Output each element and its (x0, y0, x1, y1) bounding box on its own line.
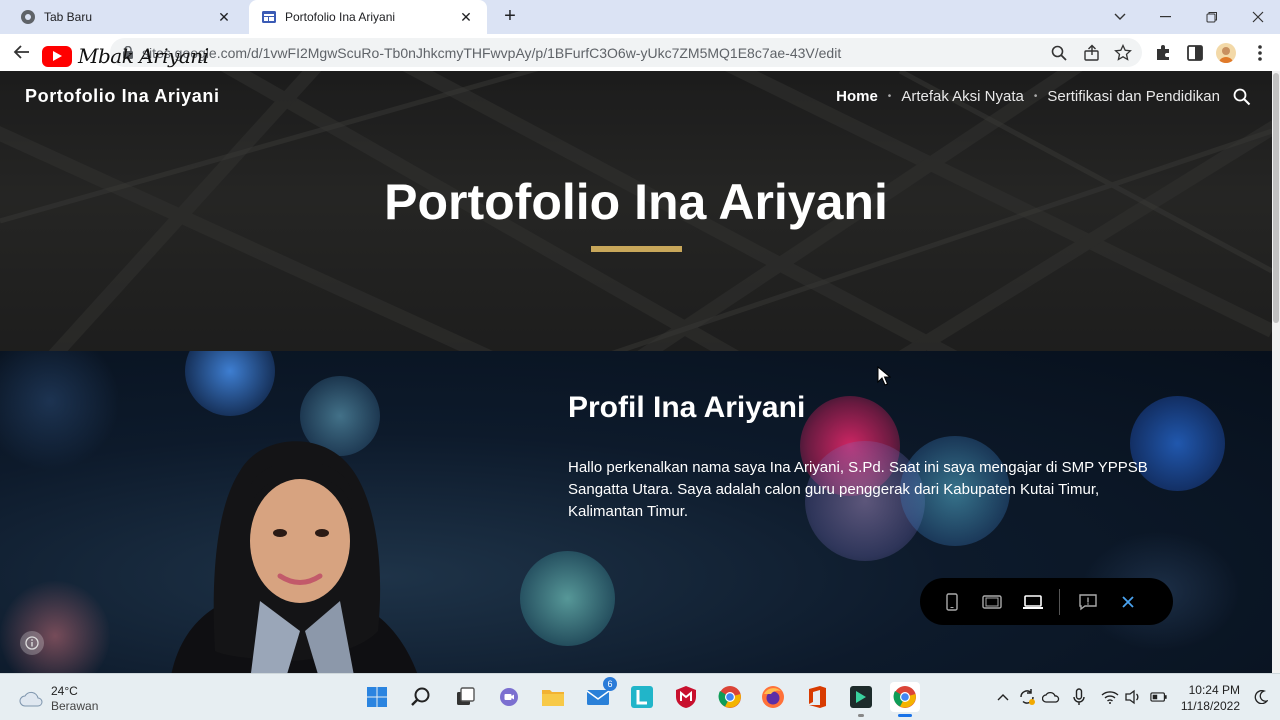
back-arrow-icon (13, 45, 29, 59)
file-explorer-button[interactable] (538, 682, 568, 712)
laptop-preview-button[interactable] (1019, 587, 1046, 617)
title-underline (591, 246, 682, 252)
mouse-cursor-icon (877, 366, 891, 386)
mail-button[interactable]: 6 (583, 677, 617, 712)
side-panel-icon[interactable] (1185, 43, 1205, 63)
tab-portfolio[interactable]: Portofolio Ina Ariyani ✕ (249, 0, 487, 34)
close-preview-button[interactable] (1115, 587, 1142, 617)
teams-chat-button[interactable] (494, 682, 524, 712)
close-tab-icon[interactable]: ✕ (215, 8, 233, 26)
new-tab-button[interactable]: + (498, 5, 522, 29)
site-nav: Home • Artefak Aksi Nyata • Sertifikasi … (836, 88, 1220, 105)
clock-date: 11/18/2022 (1180, 699, 1240, 713)
laptop-icon (1022, 594, 1043, 609)
close-tab-icon[interactable]: ✕ (457, 8, 475, 26)
chat-icon (500, 688, 518, 706)
mcafee-button[interactable] (671, 682, 701, 712)
tablet-icon (982, 594, 1002, 609)
l-app-button[interactable] (627, 682, 657, 712)
tab-search-icon[interactable] (1097, 0, 1143, 34)
clock-time: 10:24 PM (1188, 683, 1240, 697)
chrome-icon (718, 686, 741, 708)
show-hidden-icons-chevron-icon[interactable] (994, 688, 1012, 706)
avatar[interactable] (1216, 43, 1236, 63)
profile-photo (171, 441, 418, 673)
page-scrollbar[interactable] (1272, 71, 1280, 673)
channel-name: Mbak Ariyani (78, 44, 209, 68)
info-icon (25, 636, 39, 650)
weather-temperature: 24°C (51, 684, 78, 698)
address-bar[interactable]: sites.google.com/d/1vwFI2MgwScuRo-Tb0nJh… (110, 38, 1142, 67)
site-header-banner: Portofolio Ina Ariyani Home • Artefak Ak… (0, 71, 1272, 351)
microphone-icon[interactable] (1070, 688, 1088, 706)
mcafee-shield-icon (676, 686, 696, 708)
search-icon[interactable] (1232, 87, 1252, 107)
close-icon (1122, 595, 1134, 608)
weather-condition: Berawan (51, 699, 99, 713)
bookmark-star-icon[interactable] (1114, 44, 1132, 62)
preview-device-toolbar (920, 578, 1173, 625)
youtube-logo-icon (42, 45, 72, 67)
battery-icon[interactable] (1150, 688, 1168, 706)
google-sites-icon (261, 9, 277, 25)
close-window-button[interactable] (1235, 0, 1280, 34)
tab-title: Tab Baru (44, 10, 93, 24)
tablet-preview-button[interactable] (978, 587, 1005, 617)
chrome-button[interactable] (715, 682, 745, 712)
focus-moon-icon[interactable] (1252, 688, 1270, 706)
task-view-button[interactable] (450, 682, 480, 712)
chrome-icon (20, 9, 36, 25)
taskbar-search-button[interactable] (406, 682, 436, 712)
office-button[interactable] (802, 682, 832, 712)
office-icon (809, 686, 826, 708)
l-app-icon (631, 686, 653, 708)
search-icon (411, 687, 430, 706)
back-button[interactable] (10, 40, 34, 64)
windows-logo-icon (367, 687, 387, 707)
page-title: Portofolio Ina Ariyani (384, 174, 888, 230)
media-app-icon (850, 686, 872, 708)
zoom-icon[interactable] (1050, 44, 1068, 62)
folder-icon (542, 690, 564, 706)
cloud-icon (19, 691, 43, 706)
minimize-button[interactable] (1143, 0, 1189, 34)
profile-heading: Profil Ina Ariyani (568, 391, 806, 424)
more-menu-icon[interactable] (1250, 43, 1270, 63)
chrome-profile-icon (893, 686, 916, 708)
profile-description: Hallo perkenalkan nama saya Ina Ariyani,… (568, 459, 1148, 520)
firefox-icon (762, 686, 784, 708)
chrome-active-button[interactable] (890, 682, 920, 717)
share-icon[interactable] (1083, 44, 1101, 62)
tab-title: Portofolio Ina Ariyani (285, 10, 396, 24)
site-title[interactable]: Portofolio Ina Ariyani (25, 86, 220, 107)
nav-home[interactable]: Home (836, 88, 878, 105)
weather-widget[interactable]: 24°C Berawan (18, 683, 98, 714)
firefox-button[interactable] (758, 682, 788, 712)
nav-artefak-aksi-nyata[interactable]: Artefak Aksi Nyata (901, 88, 1024, 105)
windows-taskbar: 24°C Berawan 6 10:24 PM 11/18/2022 (0, 673, 1280, 720)
nav-sertifikasi-pendidikan[interactable]: Sertifikasi dan Pendidikan (1047, 88, 1220, 105)
system-clock[interactable]: 10:24 PM 11/18/2022 (1178, 682, 1240, 714)
wifi-icon[interactable] (1101, 688, 1119, 706)
feedback-button[interactable] (1074, 587, 1101, 617)
browser-tab-strip: Tab Baru ✕ Portofolio Ina Ariyani ✕ + (0, 0, 1280, 34)
mail-badge: 6 (603, 677, 617, 691)
phone-icon (946, 592, 958, 611)
feedback-icon (1079, 593, 1097, 610)
task-view-icon (457, 687, 475, 705)
info-button[interactable] (20, 631, 44, 655)
url-text: sites.google.com/d/1vwFI2MgwScuRo-Tb0nJh… (142, 45, 842, 61)
extensions-icon[interactable] (1153, 43, 1173, 63)
sync-icon[interactable] (1018, 688, 1036, 706)
phone-preview-button[interactable] (938, 587, 965, 617)
channel-watermark: Mbak Ariyani (42, 44, 209, 68)
media-app-button[interactable] (846, 682, 876, 717)
start-button[interactable] (362, 682, 392, 712)
volume-icon[interactable] (1124, 688, 1142, 706)
scrollbar-thumb[interactable] (1273, 73, 1279, 323)
restore-button[interactable] (1189, 0, 1235, 34)
tab-new[interactable]: Tab Baru ✕ (8, 0, 245, 34)
onedrive-cloud-icon[interactable] (1042, 688, 1060, 706)
